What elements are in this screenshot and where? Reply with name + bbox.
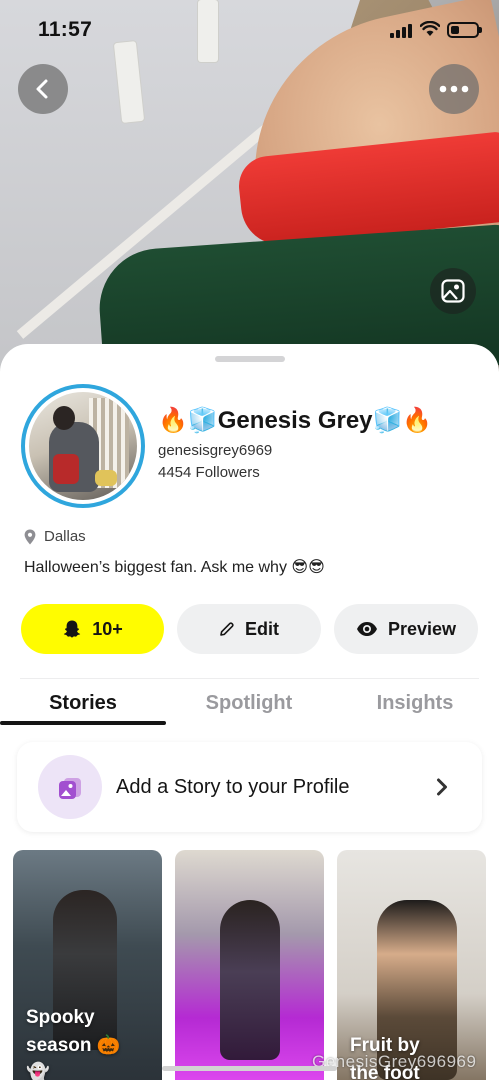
chevron-left-icon xyxy=(36,79,48,99)
avatar-shoe xyxy=(95,470,117,486)
add-story-label: Add a Story to your Profile xyxy=(116,775,350,798)
subscriber-button[interactable]: 10+ xyxy=(21,604,164,654)
battery-icon xyxy=(447,22,482,38)
username: genesisgrey6969 xyxy=(158,442,273,459)
story-thumbnail[interactable] xyxy=(175,850,324,1080)
location-pin-icon xyxy=(24,529,36,544)
chevron-right-icon xyxy=(437,778,447,796)
display-name: 🔥🧊Genesis Grey🧊🔥 xyxy=(158,407,433,434)
battery-fill xyxy=(451,26,459,34)
status-bar: 11:57 xyxy=(0,0,499,56)
avatar-red-detail xyxy=(53,454,79,484)
edit-button[interactable]: Edit xyxy=(177,604,321,654)
add-photo-icon xyxy=(59,778,81,799)
wifi-icon xyxy=(420,21,440,36)
ellipsis-icon xyxy=(439,85,469,93)
profile-sheet: 🔥🧊Genesis Grey🧊🔥 genesisgrey6969 4454 Fo… xyxy=(0,344,499,1080)
image-icon xyxy=(441,279,465,303)
divider xyxy=(20,678,479,679)
tab-stories[interactable]: Stories xyxy=(0,692,166,715)
avatar[interactable] xyxy=(21,384,145,508)
avatar-head xyxy=(53,406,75,430)
location-text: Dallas xyxy=(44,528,86,545)
signal-icon xyxy=(390,24,412,38)
preview-button[interactable]: Preview xyxy=(334,604,478,654)
profile-screen: 11:57 🔥🧊Genesis Grey🧊🔥 genesisgrey6969 4… xyxy=(0,0,499,1080)
story-caption: Spooky season 🎃 👻 xyxy=(26,1007,121,1080)
home-indicator[interactable] xyxy=(162,1066,337,1071)
back-button[interactable] xyxy=(18,64,68,114)
more-options-button[interactable] xyxy=(429,64,479,114)
tab-spotlight[interactable]: Spotlight xyxy=(166,692,332,715)
add-story-icon-circle xyxy=(38,755,102,819)
battery-cap xyxy=(479,27,482,33)
change-photo-button[interactable] xyxy=(430,268,476,314)
pencil-icon xyxy=(220,622,234,636)
active-tab-indicator xyxy=(0,721,166,725)
thumbnail-figure xyxy=(220,900,280,1060)
add-story-card[interactable]: Add a Story to your Profile xyxy=(17,742,482,832)
status-time: 11:57 xyxy=(38,18,93,41)
drag-handle[interactable] xyxy=(215,356,285,362)
tab-insights[interactable]: Insights xyxy=(332,692,498,715)
ghost-icon xyxy=(64,620,81,638)
eye-icon xyxy=(356,622,377,636)
location-row: Dallas xyxy=(24,528,86,545)
story-thumbnail[interactable]: Spooky season 🎃 👻 xyxy=(13,850,162,1080)
bio-text: Halloween’s biggest fan. Ask me why 😎😎 xyxy=(24,559,325,576)
edit-label: Edit xyxy=(245,618,279,639)
avatar-image xyxy=(29,392,137,500)
follower-count[interactable]: 4454 Followers xyxy=(158,464,260,481)
story-thumbnail[interactable]: Fruit by the foot xyxy=(337,850,486,1080)
preview-label: Preview xyxy=(387,618,457,639)
subscriber-count: 10+ xyxy=(92,618,123,639)
